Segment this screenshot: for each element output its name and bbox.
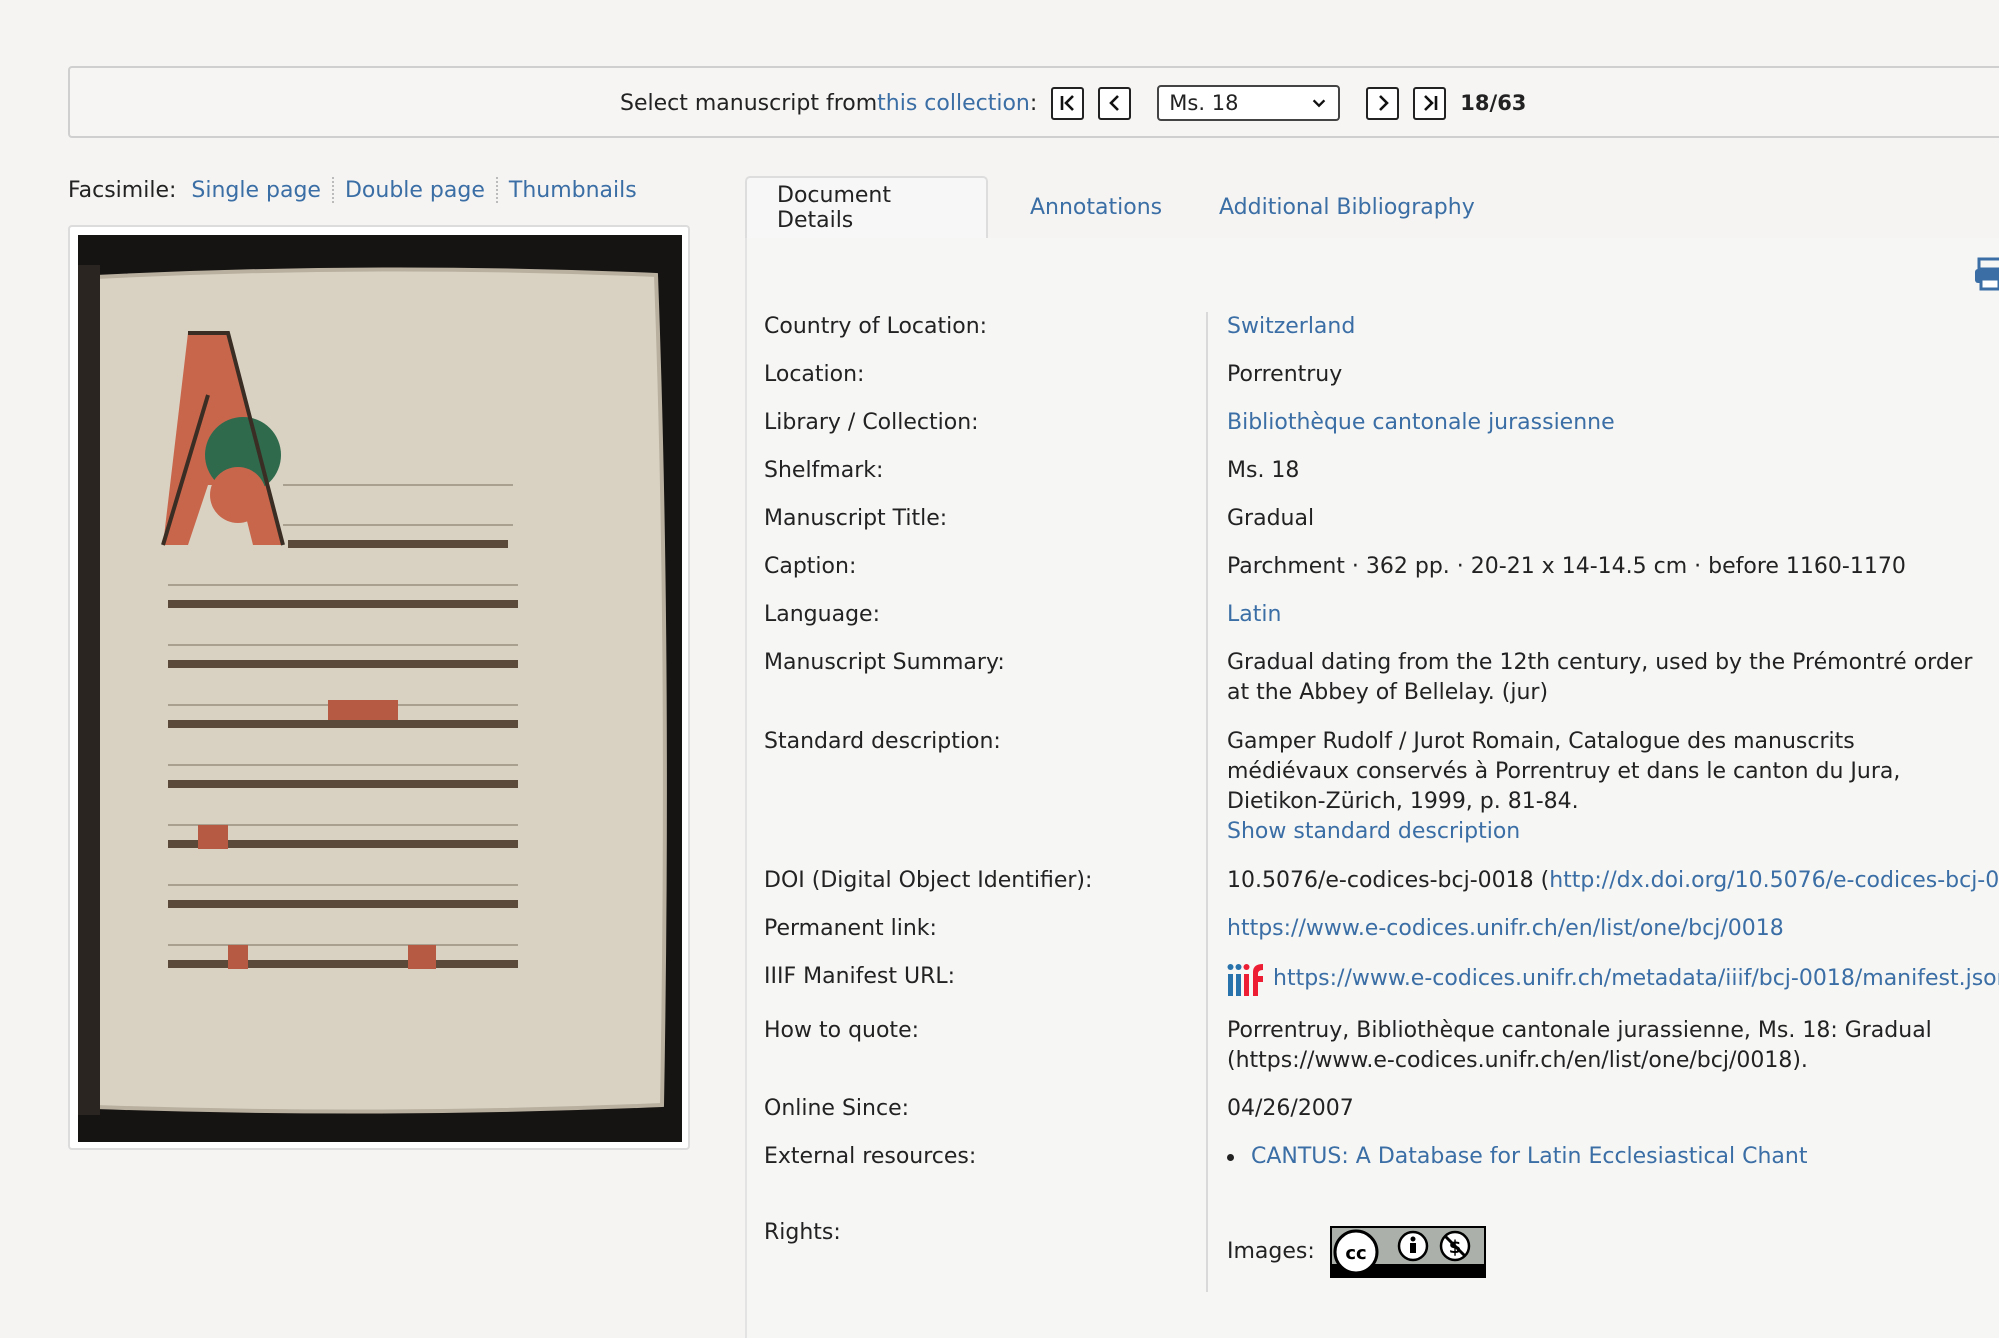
language-label: Language: bbox=[764, 602, 880, 627]
selector-label: Select manuscript from bbox=[620, 90, 878, 116]
permalink-label: Permanent link: bbox=[764, 916, 937, 941]
quote-value: Porrentruy, Bibliothèque cantonale juras… bbox=[1227, 1018, 1932, 1073]
shelfmark-value: Ms. 18 bbox=[1227, 458, 1300, 483]
quote-label: How to quote: bbox=[764, 1018, 920, 1043]
detail-tabs: Document Details Annotations Additional … bbox=[745, 176, 1999, 240]
svg-text:cc: cc bbox=[1345, 1243, 1366, 1264]
double-page-link[interactable]: Double page bbox=[345, 178, 485, 203]
doi-block: 10.5076/e-codices-bcj-0018 (http://dx.do… bbox=[1227, 866, 1999, 896]
title-value: Gradual bbox=[1227, 506, 1315, 531]
last-manuscript-button[interactable] bbox=[1413, 86, 1447, 120]
manuscript-select[interactable]: Ms. 18 bbox=[1157, 85, 1341, 121]
manuscript-counter: 18/63 bbox=[1460, 91, 1527, 115]
library-label: Library / Collection: bbox=[764, 410, 979, 435]
library-link[interactable]: Bibliothèque cantonale jurassienne bbox=[1227, 408, 1977, 438]
previous-manuscript-button[interactable] bbox=[1098, 86, 1132, 120]
location-value: Porrentruy bbox=[1227, 362, 1343, 387]
thumbnails-link[interactable]: Thumbnails bbox=[509, 178, 637, 203]
tab-annotations[interactable]: Annotations bbox=[1000, 176, 1192, 238]
rights-block: Images: cc $ bbox=[1227, 1226, 1977, 1278]
online-since-value: 04/26/2007 bbox=[1227, 1096, 1354, 1121]
tab-document-details[interactable]: Document Details bbox=[745, 176, 988, 240]
country-link[interactable]: Switzerland bbox=[1227, 312, 1977, 342]
caption-value: Parchment · 362 pp. · 20-21 x 14-14.5 cm… bbox=[1227, 554, 1906, 579]
external-resources-block: CANTUS: A Database for Latin Ecclesiasti… bbox=[1227, 1142, 1977, 1172]
permalink-link[interactable]: https://www.e-codices.unifr.ch/en/list/o… bbox=[1227, 914, 1977, 944]
manuscript-page-image[interactable] bbox=[78, 235, 682, 1142]
doi-value: 10.5076/e-codices-bcj-0018 ( bbox=[1227, 868, 1550, 893]
iiif-block: https://www.e-codices.unifr.ch/metadata/… bbox=[1227, 962, 1999, 996]
title-label: Manuscript Title: bbox=[764, 506, 948, 531]
online-since-label: Online Since: bbox=[764, 1096, 910, 1121]
next-manuscript-button[interactable] bbox=[1366, 86, 1400, 120]
separator bbox=[495, 177, 498, 203]
chevron-down-icon bbox=[1313, 99, 1326, 108]
first-icon bbox=[1060, 95, 1074, 111]
doi-label: DOI (Digital Object Identifier): bbox=[764, 868, 1093, 893]
external-resources-label: External resources: bbox=[764, 1144, 977, 1169]
iiif-logo-icon bbox=[1227, 964, 1263, 996]
collection-link[interactable]: this collection bbox=[877, 91, 1030, 116]
single-page-link[interactable]: Single page bbox=[191, 178, 321, 203]
standard-description-value: Gamper Rudolf / Jurot Romain, Catalogue … bbox=[1227, 729, 1901, 814]
tab-additional-bibliography[interactable]: Additional Bibliography bbox=[1189, 176, 1505, 238]
manuscript-selector-bar: Select manuscript from this collection: … bbox=[68, 66, 1999, 138]
cantus-link[interactable]: CANTUS: A Database for Latin Ecclesiasti… bbox=[1251, 1144, 1807, 1169]
location-label: Location: bbox=[764, 362, 865, 387]
print-icon[interactable] bbox=[1975, 257, 1999, 291]
iiif-label: IIIF Manifest URL: bbox=[764, 964, 956, 989]
facsimile-label: Facsimile: bbox=[68, 177, 177, 203]
facsimile-bar: Facsimile: Single page Double page Thumb… bbox=[68, 177, 637, 203]
last-icon bbox=[1423, 95, 1438, 111]
list-item: CANTUS: A Database for Latin Ecclesiasti… bbox=[1179, 1142, 1977, 1172]
country-label: Country of Location: bbox=[764, 314, 988, 339]
manuscript-select-value: Ms. 18 bbox=[1169, 91, 1239, 115]
first-manuscript-button[interactable] bbox=[1051, 86, 1085, 120]
standard-description-block: Gamper Rudolf / Jurot Romain, Catalogue … bbox=[1227, 727, 1977, 847]
external-resources-list: CANTUS: A Database for Latin Ecclesiasti… bbox=[1227, 1142, 1977, 1172]
cc-by-nc-icon[interactable]: cc $ bbox=[1329, 1226, 1486, 1278]
summary-label: Manuscript Summary: bbox=[764, 650, 1005, 675]
show-standard-description-link[interactable]: Show standard description bbox=[1227, 817, 1977, 847]
images-label: Images: bbox=[1227, 1239, 1315, 1264]
iiif-manifest-link[interactable]: https://www.e-codices.unifr.ch/metadata/… bbox=[1273, 966, 1999, 991]
next-icon bbox=[1378, 95, 1389, 111]
language-link[interactable]: Latin bbox=[1227, 600, 1977, 630]
standard-description-label: Standard description: bbox=[764, 729, 1001, 754]
selector-colon: : bbox=[1029, 90, 1038, 116]
caption-label: Caption: bbox=[764, 554, 857, 579]
facsimile-image-frame[interactable] bbox=[68, 225, 690, 1150]
summary-value: Gradual dating from the 12th century, us… bbox=[1227, 650, 1973, 705]
shelfmark-label: Shelfmark: bbox=[764, 458, 884, 483]
prev-icon bbox=[1108, 95, 1119, 111]
doi-link[interactable]: http://dx.doi.org/10.5076/e-codices-bcj-… bbox=[1549, 868, 1999, 893]
rights-label: Rights: bbox=[764, 1220, 841, 1245]
separator bbox=[331, 177, 334, 203]
